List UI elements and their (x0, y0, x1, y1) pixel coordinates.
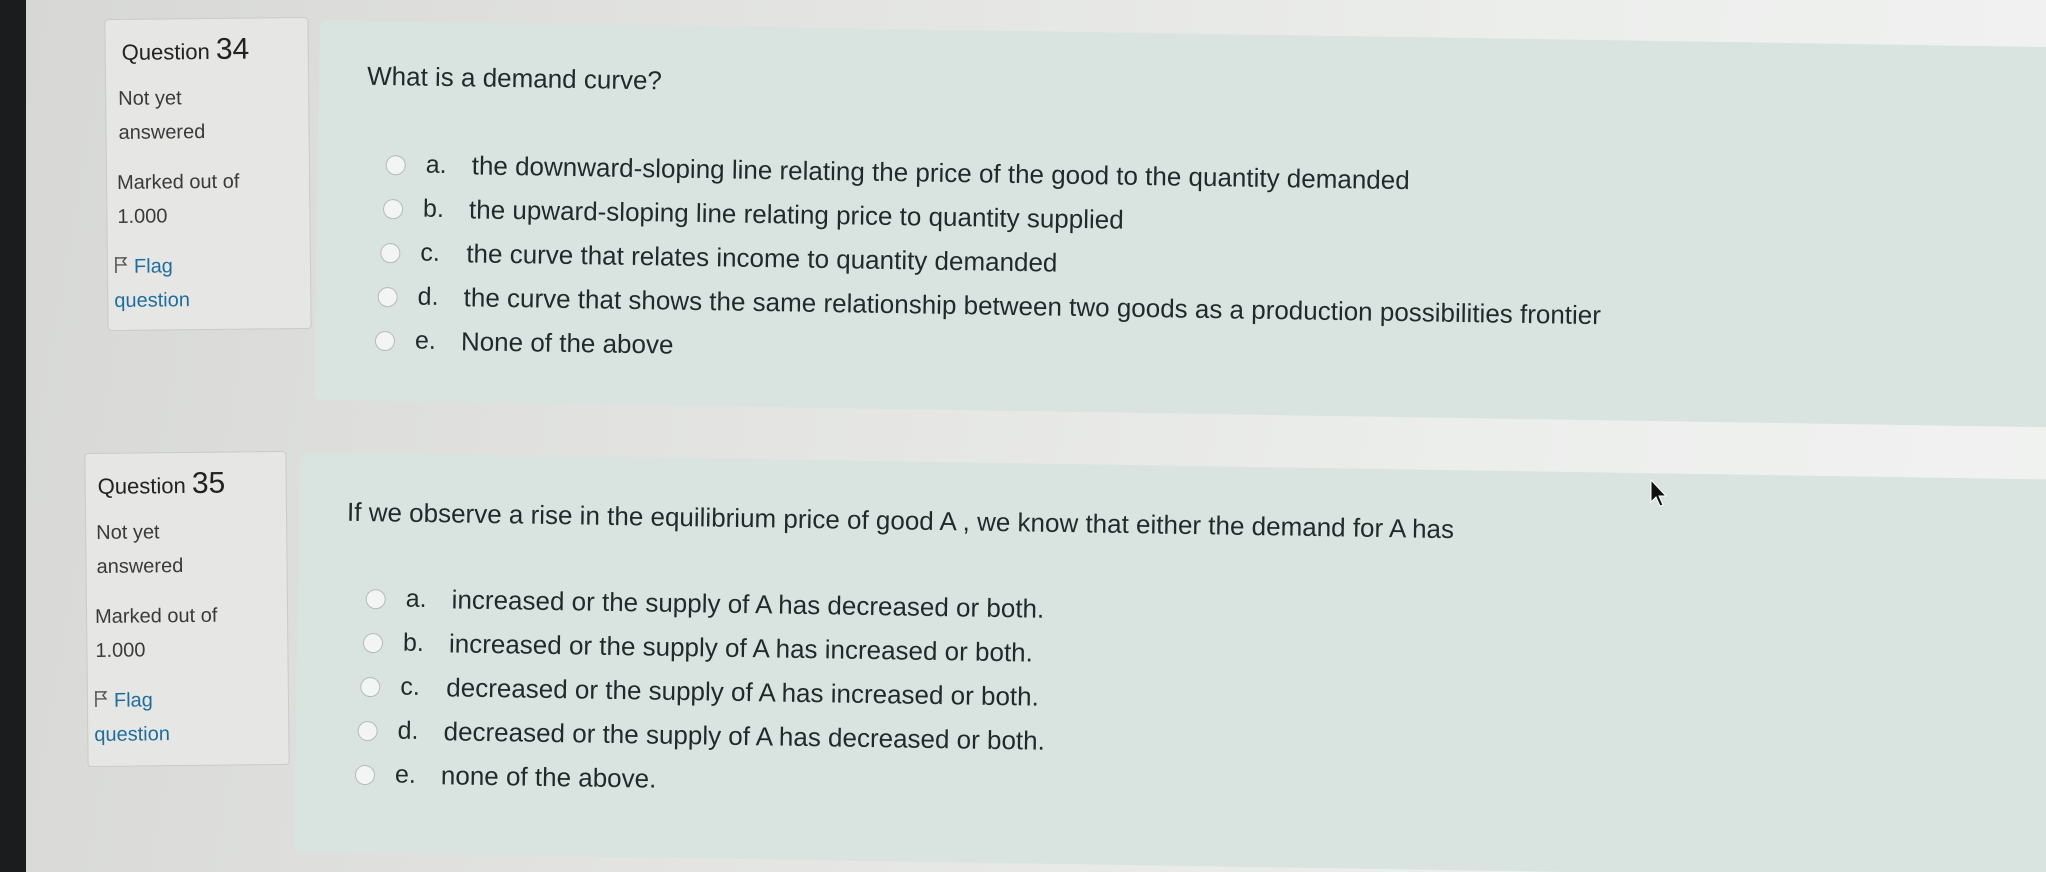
radio-button-icon[interactable] (380, 242, 401, 263)
radio-button-icon[interactable] (357, 720, 378, 741)
flag-label-2: question (94, 723, 171, 746)
radio-button-icon[interactable] (377, 286, 398, 307)
answer-option-a[interactable]: a. increased or the supply of A has decr… (365, 583, 1044, 625)
question-state: Not yet answered (96, 521, 184, 578)
radio-button-icon[interactable] (360, 676, 381, 697)
answer-option-d[interactable]: d. decreased or the supply of A has decr… (357, 715, 1045, 757)
question-info-panel: Question 34 Not yet answered Marked out … (104, 16, 312, 332)
answer-option-c[interactable]: c. decreased or the supply of A has incr… (360, 671, 1039, 713)
flag-icon (95, 690, 108, 707)
question-grade: Marked out of 1.000 (94, 604, 218, 662)
question-state: Not yet answered (118, 87, 206, 144)
answer-option-b[interactable]: b. the upward-sloping line relating pric… (382, 193, 1124, 236)
question-info-panel: Question 35 Not yet answered Marked out … (84, 450, 290, 768)
mouse-pointer-icon (1650, 478, 1668, 507)
radio-button-icon[interactable] (374, 330, 396, 351)
question-grade: Marked out of 1.000 (116, 170, 240, 228)
answer-option-c[interactable]: c. the curve that relates income to quan… (380, 237, 1058, 279)
quiz-page: Question 34 Not yet answered Marked out … (26, 0, 2046, 872)
flag-icon (115, 256, 128, 273)
question-number: Question 35 (97, 466, 226, 500)
question-content: If we observe a rise in the equilibrium … (293, 452, 2046, 872)
flag-question-link[interactable]: Flag question (114, 249, 190, 318)
answer-option-a[interactable]: a. the downward-sloping line relating th… (385, 149, 1410, 196)
radio-button-icon[interactable] (354, 764, 376, 785)
radio-button-icon[interactable] (365, 588, 386, 609)
answer-option-e[interactable]: e. None of the above (374, 325, 674, 361)
flag-label: Flag (133, 255, 173, 278)
radio-button-icon[interactable] (382, 198, 404, 219)
question-text: If we observe a rise in the equilibrium … (346, 496, 1455, 545)
radio-button-icon[interactable] (362, 632, 384, 653)
question-text: What is a demand curve? (366, 60, 663, 96)
question-number: Question 34 (121, 32, 250, 66)
answer-option-b[interactable]: b. increased or the supply of A has incr… (362, 627, 1033, 669)
question-content: What is a demand curve? a. the downward-… (314, 20, 2046, 429)
radio-button-icon[interactable] (385, 154, 406, 175)
flag-question-link[interactable]: Flag question (94, 683, 170, 752)
answer-option-e[interactable]: e. none of the above. (354, 759, 657, 795)
flag-label: Flag (113, 689, 153, 712)
flag-label-2: question (114, 289, 191, 312)
answer-option-d[interactable]: d. the curve that shows the same relatio… (377, 281, 1601, 331)
